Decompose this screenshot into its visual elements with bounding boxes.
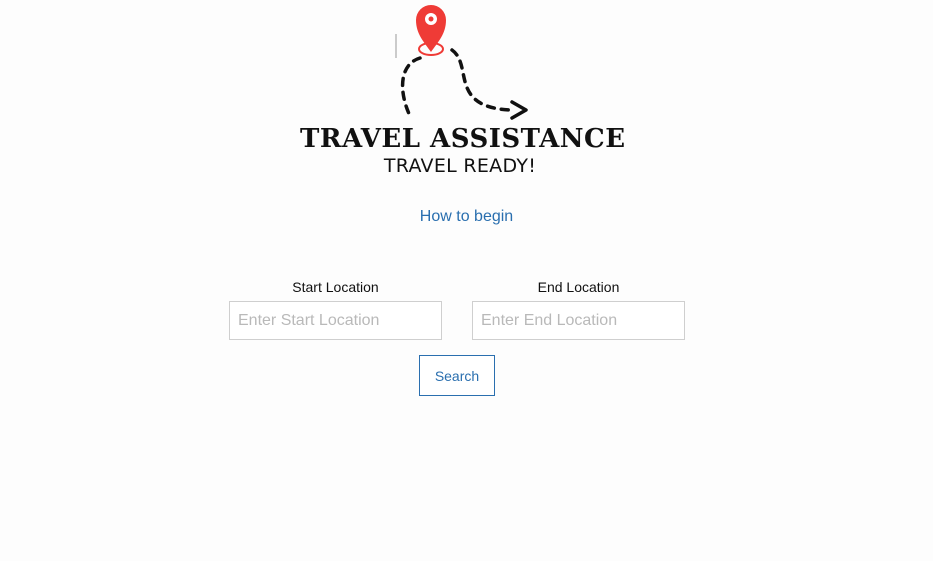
page: TRAVEL ASSISTANCE TRAVEL READY! How to b…: [0, 0, 933, 561]
how-to-begin-link[interactable]: How to begin: [0, 208, 933, 226]
end-location-input[interactable]: [472, 301, 685, 340]
end-location-group: End Location: [472, 279, 685, 340]
start-location-input[interactable]: [229, 301, 442, 340]
map-pin-route-icon: [395, 5, 528, 120]
logo-tagline: TRAVEL READY!: [383, 155, 537, 177]
start-location-label: Start Location: [292, 279, 379, 295]
search-button[interactable]: Search: [419, 355, 495, 396]
travel-assistance-logo: TRAVEL ASSISTANCE TRAVEL READY!: [300, 0, 626, 185]
logo-title: TRAVEL ASSISTANCE: [300, 124, 626, 154]
start-location-group: Start Location: [229, 279, 442, 340]
end-location-label: End Location: [537, 279, 620, 295]
